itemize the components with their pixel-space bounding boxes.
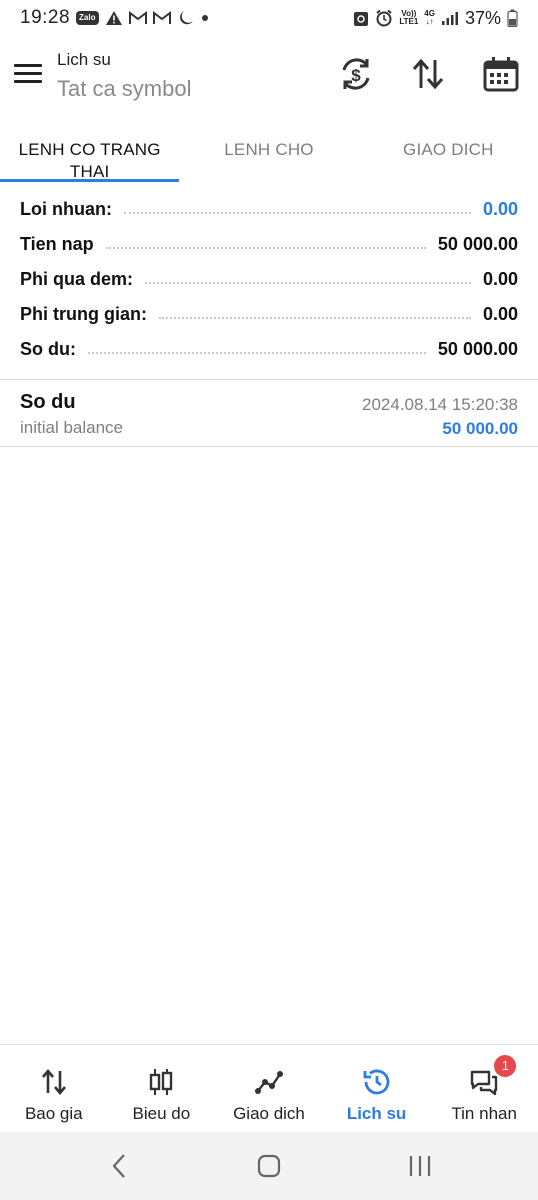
tab-label: GIAO DICH — [403, 140, 494, 159]
quotes-arrows-icon — [41, 1068, 66, 1096]
zalo-icon: Zalo — [76, 11, 99, 25]
recents-lines-icon — [409, 1156, 431, 1176]
nav-charts[interactable]: Bieu do — [108, 1045, 216, 1132]
sort-button[interactable] — [408, 54, 448, 94]
svg-text:$: $ — [351, 66, 361, 85]
summary-label: So du: — [20, 339, 76, 359]
system-back-button[interactable] — [106, 1152, 134, 1180]
dotted-leader — [123, 211, 471, 214]
dotted-leader — [145, 281, 471, 284]
nav-label: Bao gia — [24, 1104, 83, 1123]
status-time: 19:28 — [20, 7, 71, 28]
summary-row-profit: Loi nhuan: 0.00 — [20, 192, 518, 227]
history-tabs: LENH CO TRANG THAI LENH CHO GIAO DICH — [0, 126, 538, 182]
summary-value: 50 000.00 — [437, 234, 518, 254]
system-home-button[interactable] — [255, 1152, 283, 1180]
status-bar: 19:28 Zalo Vo)) LTE1 4G ↓↑ 37% — [0, 0, 538, 36]
status-left: 19:28 Zalo — [20, 7, 209, 29]
battery-percent: 37% — [464, 7, 501, 28]
entry-timestamp: 2024.08.14 15:20:38 — [362, 395, 518, 414]
system-recents-button[interactable] — [406, 1152, 434, 1180]
menu-line — [14, 72, 42, 75]
nav-label: Giao dich — [233, 1104, 305, 1123]
tab-positions[interactable]: LENH CO TRANG THAI — [0, 126, 179, 182]
nav-trade[interactable]: Giao dich — [215, 1045, 323, 1132]
list-item[interactable]: So du initial balance 2024.08.14 15:20:3… — [0, 381, 538, 445]
summary-label: Phi qua dem: — [20, 269, 134, 289]
summary-value: 50 000.00 — [437, 339, 518, 359]
tab-label: LENH CHO — [224, 140, 314, 159]
summary-label: Tien nap — [20, 234, 94, 254]
tab-orders[interactable]: LENH CHO — [179, 126, 358, 182]
summary-row-deposit: Tien nap 50 000.00 — [20, 227, 518, 262]
volte-indicator: Vo)) LTE1 — [399, 10, 418, 26]
currency-exchange-button[interactable]: $ — [336, 54, 376, 94]
nav-quotes[interactable]: Bao gia — [0, 1045, 108, 1132]
nav-label: Tin nhan — [451, 1104, 517, 1123]
page-subtitle: Lich su — [57, 50, 111, 69]
app-bar: Lich su Tat ca symbol $ — [0, 40, 538, 110]
divider — [0, 446, 538, 447]
lte-label: LTE1 — [399, 17, 419, 26]
calendar-icon — [483, 57, 519, 92]
summary-value: 0.00 — [482, 304, 518, 324]
sort-arrows-icon — [412, 58, 444, 90]
dot-icon — [201, 14, 209, 22]
menu-line — [14, 80, 42, 83]
summary-value: 0.00 — [482, 199, 518, 219]
entry-title: So du — [20, 391, 76, 413]
recycle-icon — [353, 9, 369, 27]
trade-line-icon — [254, 1071, 283, 1094]
history-summary: Loi nhuan: 0.00 Tien nap 50 000.00 Phi q… — [0, 192, 538, 367]
warning-icon — [105, 10, 123, 26]
back-chevron-icon — [112, 1154, 125, 1178]
unread-badge: 1 — [494, 1055, 517, 1077]
night-mode-icon — [177, 10, 195, 26]
alarm-icon — [375, 9, 393, 27]
menu-line — [14, 64, 42, 67]
currency-exchange-icon: $ — [342, 58, 370, 90]
nav-messages[interactable]: 1 Tin nhan — [430, 1045, 538, 1132]
nav-label: Bieu do — [132, 1104, 191, 1123]
system-navigation-bar — [0, 1132, 538, 1200]
signal-icon — [441, 11, 459, 25]
data-arrows-icon: ↓↑ — [425, 17, 434, 26]
home-square-icon — [257, 1154, 281, 1178]
summary-value: 0.00 — [482, 269, 518, 289]
summary-row-balance: So du: 50 000.00 — [20, 332, 518, 367]
tab-deals[interactable]: GIAO DICH — [359, 126, 538, 182]
active-tab-indicator — [0, 179, 179, 182]
network-indicator: 4G ↓↑ — [424, 10, 435, 26]
symbol-filter-title[interactable]: Tat ca symbol — [57, 76, 192, 102]
summary-label: Phi trung gian: — [20, 304, 147, 324]
bottom-navigation: Bao gia Bieu do Giao dich Lich su 1 Tin … — [0, 1044, 538, 1132]
status-right: Vo)) LTE1 4G ↓↑ 37% — [353, 8, 518, 29]
dotted-leader — [88, 351, 426, 354]
gmail-icon — [128, 11, 147, 25]
history-clock-icon — [363, 1069, 389, 1095]
dotted-leader — [158, 316, 471, 319]
hamburger-menu-button[interactable] — [14, 64, 42, 86]
summary-row-swap: Phi qua dem: 0.00 — [20, 262, 518, 297]
calendar-button[interactable] — [481, 54, 521, 94]
nav-history[interactable]: Lich su — [323, 1045, 431, 1132]
summary-label: Loi nhuan: — [20, 199, 112, 219]
divider — [0, 379, 538, 380]
candlestick-chart-icon — [150, 1069, 173, 1095]
nav-label: Lich su — [346, 1104, 407, 1123]
entry-comment: initial balance — [20, 418, 124, 437]
summary-row-commission: Phi trung gian: 0.00 — [20, 297, 518, 332]
tab-label: LENH CO TRANG THAI — [18, 140, 161, 181]
dotted-leader — [105, 246, 426, 249]
battery-icon — [507, 9, 518, 27]
entry-amount: 50 000.00 — [442, 419, 518, 438]
gmail-icon — [152, 11, 171, 25]
